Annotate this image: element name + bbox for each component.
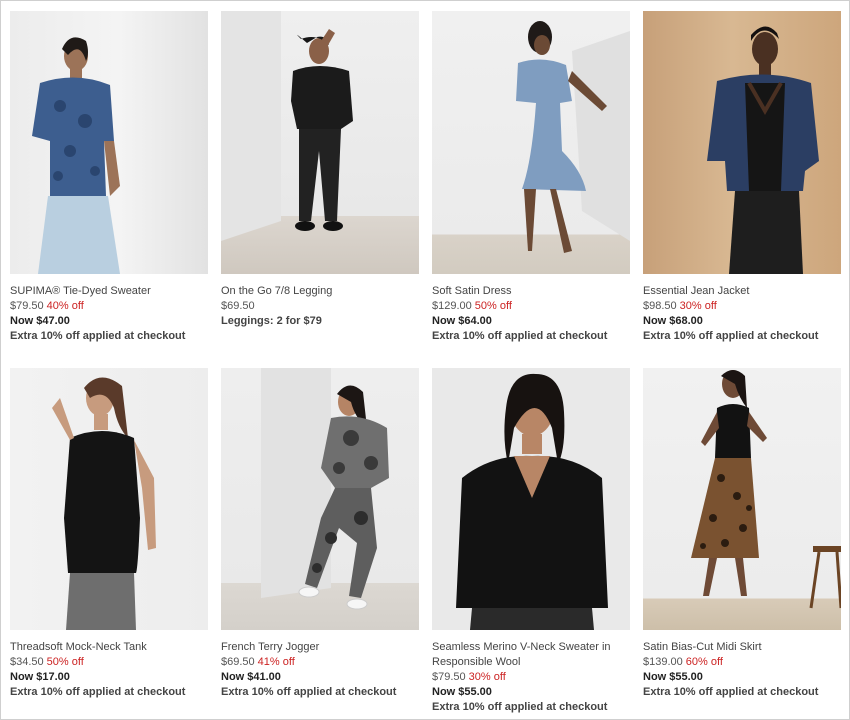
product-name[interactable]: Essential Jean Jacket	[643, 284, 841, 299]
promo-text: Extra 10% off applied at checkout	[432, 701, 608, 713]
original-price: $79.50	[10, 300, 44, 312]
price-line: $139.00 60% off	[643, 655, 841, 670]
product-name[interactable]: Soft Satin Dress	[432, 284, 630, 299]
product-name[interactable]: Seamless Merino V-Neck Sweater in Respon…	[432, 640, 630, 670]
product-card-mock-neck-tank[interactable]: Threadsoft Mock-Neck Tank $34.50 50% off …	[10, 368, 208, 718]
price-line: $79.50 30% off	[432, 670, 630, 685]
original-price: $69.50	[221, 300, 255, 312]
product-card-legging[interactable]: On the Go 7/8 Legging $69.50 Leggings: 2…	[221, 11, 419, 368]
product-image[interactable]	[643, 11, 841, 274]
promo-text: Extra 10% off applied at checkout	[432, 330, 608, 342]
product-name[interactable]: SUPIMA® Tie-Dyed Sweater	[10, 284, 208, 299]
product-name[interactable]: Satin Bias-Cut Midi Skirt	[643, 640, 841, 655]
price-line: $129.00 50% off	[432, 299, 630, 314]
sale-price: Now $68.00	[643, 315, 703, 327]
original-price: $129.00	[432, 300, 472, 312]
discount-percent: 30% off	[679, 300, 717, 312]
product-image[interactable]	[643, 368, 841, 630]
price-line: $34.50 50% off	[10, 655, 208, 670]
product-name[interactable]: French Terry Jogger	[221, 640, 419, 655]
product-image[interactable]	[432, 11, 630, 274]
product-name[interactable]: Threadsoft Mock-Neck Tank	[10, 640, 208, 655]
product-image[interactable]	[221, 368, 419, 630]
sale-price: Now $47.00	[10, 315, 70, 327]
promo-text: Extra 10% off applied at checkout	[221, 686, 397, 698]
promo-text: Extra 10% off applied at checkout	[643, 330, 819, 342]
product-card-satin-dress[interactable]: Soft Satin Dress $129.00 50% off Now $64.…	[432, 11, 630, 368]
promo-text: Extra 10% off applied at checkout	[10, 686, 186, 698]
product-image[interactable]	[221, 11, 419, 274]
promo-text: Extra 10% off applied at checkout	[10, 330, 186, 342]
price-line: $98.50 30% off	[643, 299, 841, 314]
original-price: $98.50	[643, 300, 677, 312]
discount-percent: 50% off	[474, 300, 512, 312]
product-card-jean-jacket[interactable]: Essential Jean Jacket $98.50 30% off Now …	[643, 11, 841, 368]
discount-percent: 60% off	[685, 656, 723, 668]
sale-price: Now $55.00	[432, 686, 492, 698]
sale-price: Now $55.00	[643, 671, 703, 683]
price-line: $79.50 40% off	[10, 299, 208, 314]
product-card-merino-v-neck[interactable]: Seamless Merino V-Neck Sweater in Respon…	[432, 368, 630, 718]
product-image[interactable]	[432, 368, 630, 630]
product-card-tie-dyed-sweater[interactable]: SUPIMA® Tie-Dyed Sweater $79.50 40% off N…	[10, 11, 208, 368]
discount-percent: 40% off	[46, 300, 84, 312]
discount-percent: 30% off	[468, 671, 506, 683]
original-price: $79.50	[432, 671, 466, 683]
product-image[interactable]	[10, 368, 208, 630]
sale-price: Now $41.00	[221, 671, 281, 683]
price-line: $69.50	[221, 299, 419, 314]
sale-price: Now $17.00	[10, 671, 70, 683]
discount-percent: 50% off	[46, 656, 84, 668]
product-name[interactable]: On the Go 7/8 Legging	[221, 284, 419, 299]
product-card-french-terry-jogger[interactable]: French Terry Jogger $69.50 41% off Now $4…	[221, 368, 419, 718]
product-image[interactable]	[10, 11, 208, 274]
original-price: $69.50	[221, 656, 255, 668]
sale-price: Now $64.00	[432, 315, 492, 327]
price-line: $69.50 41% off	[221, 655, 419, 670]
discount-percent: 41% off	[257, 656, 295, 668]
product-card-satin-midi-skirt[interactable]: Satin Bias-Cut Midi Skirt $139.00 60% off…	[643, 368, 841, 718]
original-price: $34.50	[10, 656, 44, 668]
original-price: $139.00	[643, 656, 683, 668]
promo-text: Leggings: 2 for $79	[221, 315, 322, 327]
product-grid: SUPIMA® Tie-Dyed Sweater $79.50 40% off N…	[10, 11, 841, 718]
promo-text: Extra 10% off applied at checkout	[643, 686, 819, 698]
